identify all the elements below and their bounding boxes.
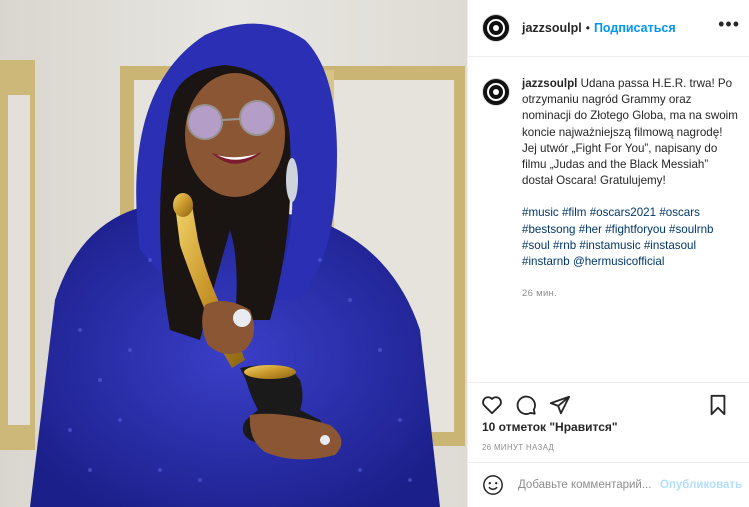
separator-dot: • — [585, 21, 590, 35]
avatar-logo-icon — [487, 83, 505, 101]
smiley-icon[interactable] — [482, 474, 504, 496]
hashtag-link[interactable]: #oscars2021 — [590, 206, 656, 219]
hashtag-link[interactable]: #fightforyou — [605, 223, 666, 236]
hashtag-list: #music #film #oscars2021 #oscars #bestso… — [522, 205, 738, 270]
likes-count[interactable]: 10 отметок "Нравится" — [482, 420, 618, 434]
hashtag-link[interactable]: #soul — [522, 239, 550, 252]
post-side-panel: jazzsoulpl • Подписаться ••• jazzsoulpl … — [467, 0, 749, 507]
bookmark-icon[interactable] — [706, 393, 730, 417]
avatar-logo-icon — [487, 19, 505, 37]
caption-body: jazzsoulpl Udana passa H.E.R. trwa! Po o… — [522, 76, 738, 382]
avatar[interactable] — [482, 14, 510, 42]
photo-illustration — [0, 0, 467, 507]
caption-text-block: jazzsoulpl Udana passa H.E.R. trwa! Po o… — [522, 76, 738, 189]
hashtag-link[interactable]: #her — [579, 223, 602, 236]
header-username[interactable]: jazzsoulpl — [522, 21, 582, 35]
hashtag-link[interactable]: #instasoul — [644, 239, 696, 252]
hashtag-link[interactable]: #music — [522, 206, 559, 219]
instagram-post: jazzsoulpl • Подписаться ••• jazzsoulpl … — [0, 0, 749, 507]
heart-icon[interactable] — [480, 393, 504, 417]
comment-bar: Опубликовать — [468, 462, 749, 507]
post-caption: jazzsoulpl Udana passa H.E.R. trwa! Po o… — [468, 64, 749, 382]
hashtag-link[interactable]: #bestsong — [522, 223, 576, 236]
caption-username[interactable]: jazzsoulpl — [522, 77, 577, 90]
share-icon[interactable] — [548, 393, 572, 417]
post-photo[interactable] — [0, 0, 467, 507]
post-header: jazzsoulpl • Подписаться ••• — [468, 0, 749, 57]
post-timestamp[interactable]: 26 МИНУТ НАЗАД — [482, 443, 554, 452]
hashtag-link[interactable]: #rnb — [553, 239, 576, 252]
mention-link[interactable]: @hermusicofficial — [573, 255, 664, 268]
hashtag-link[interactable]: #instarnb — [522, 255, 570, 268]
hashtag-link[interactable]: #oscars — [659, 206, 700, 219]
caption-text: Udana passa H.E.R. trwa! Po otrzymaniu n… — [522, 77, 738, 188]
caption-avatar[interactable] — [482, 78, 510, 106]
publish-button[interactable]: Опубликовать — [660, 479, 742, 491]
comment-input[interactable] — [518, 479, 658, 491]
comment-icon[interactable] — [514, 393, 538, 417]
hashtag-link[interactable]: #soulrnb — [669, 223, 713, 236]
caption-time: 26 мин. — [522, 288, 558, 300]
follow-button[interactable]: Подписаться — [594, 21, 676, 35]
hashtag-link[interactable]: #film — [562, 206, 586, 219]
more-options-icon[interactable]: ••• — [718, 14, 740, 35]
hashtag-link[interactable]: #instamusic — [579, 239, 640, 252]
